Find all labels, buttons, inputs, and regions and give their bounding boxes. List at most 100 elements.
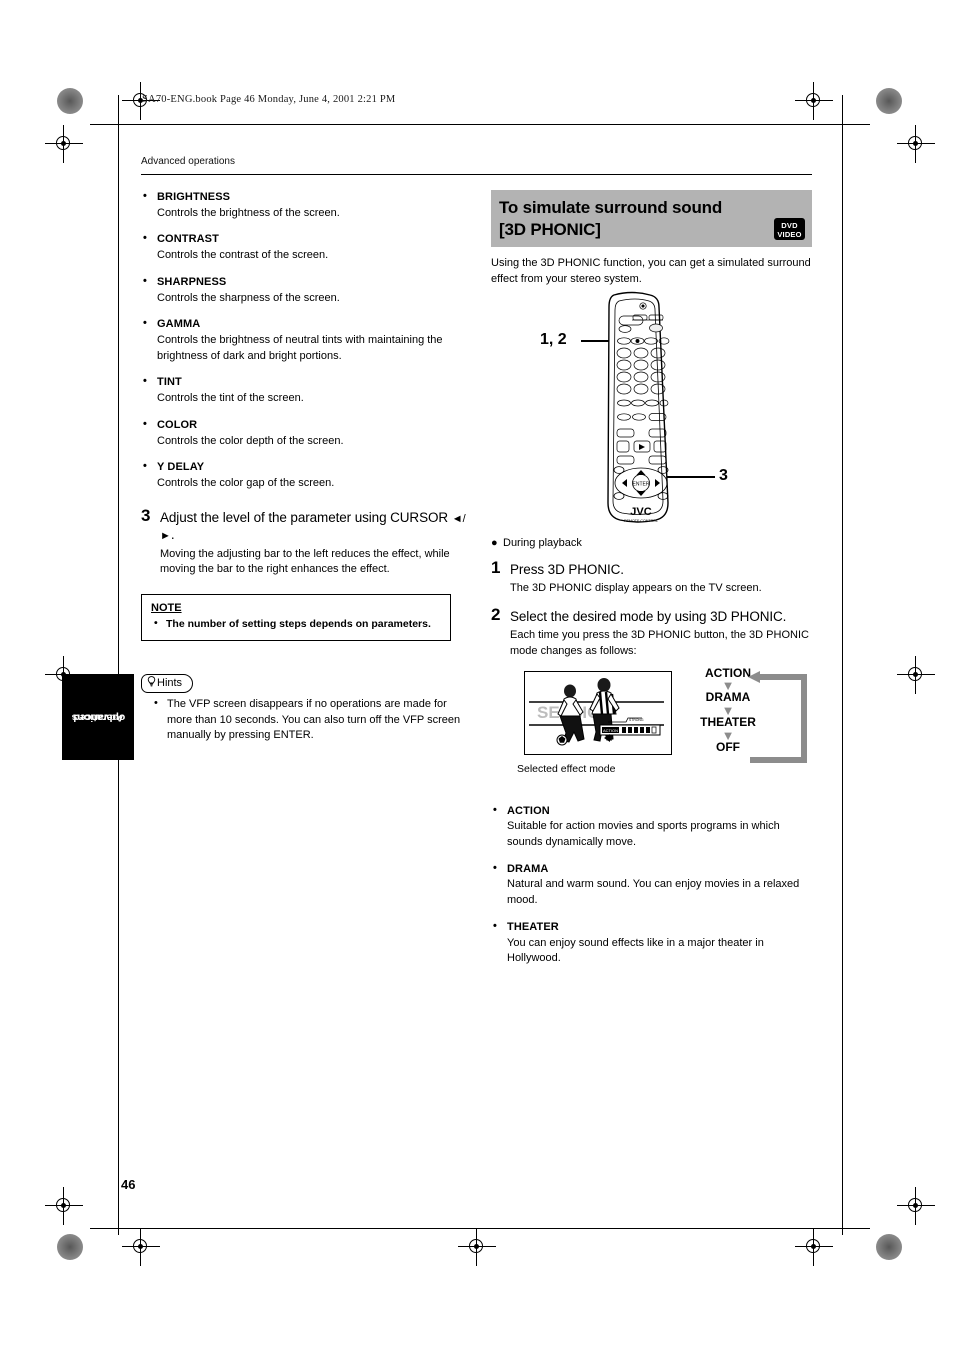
step-1: 1 Press 3D PHONIC. The 3D PHONIC display… — [491, 557, 812, 597]
section-intro: Using the 3D PHONIC function, you can ge… — [491, 257, 811, 285]
trim-line-bottom — [90, 1228, 870, 1230]
osd-strong-label: STRONG — [629, 718, 644, 722]
dvd-badge-line2: VIDEO — [777, 230, 802, 239]
registration-mark-bottom-right — [795, 1228, 833, 1266]
registration-mark-top-right — [795, 82, 833, 120]
right-column: To simulate surround sound [3D PHONIC] D… — [491, 190, 812, 967]
parameter-desc: Controls the sharpness of the screen. — [157, 291, 340, 304]
registration-mark-right-upper — [897, 125, 935, 163]
hints-block: Hints The VFP screen disappears if no op… — [141, 673, 471, 744]
parameter-term: Y DELAY — [141, 459, 471, 475]
remote-brand-sub: REMOTE CONTROL — [624, 519, 658, 523]
parameter-term: TINT — [141, 374, 471, 390]
parameter-desc: Controls the color gap of the screen. — [157, 477, 335, 490]
note-title: NOTE — [151, 602, 182, 615]
section-heading: To simulate surround sound [3D PHONIC] D… — [491, 190, 812, 247]
hints-label: Hints — [157, 677, 183, 690]
step-1-number: 1 — [491, 557, 501, 577]
remote-control-figure: 1, 2 3 ENTER JVC REMOTE CONTROL — [491, 289, 812, 534]
halftone-dot-top-left — [57, 88, 83, 114]
halftone-dot-bottom-left — [57, 1234, 83, 1260]
soccer-ball-icon — [556, 734, 568, 746]
osd-mode-label: ACTION — [603, 727, 618, 732]
dvd-video-badge: DVD VIDEO — [774, 218, 805, 240]
step-3-title-period: . — [170, 527, 175, 543]
list-item: GAMMA Controls the brightness of neutral… — [141, 316, 471, 364]
step-2: 2 Select the desired mode by using 3D PH… — [491, 604, 812, 660]
vfp-parameter-list: BRIGHTNESS Controls the brightness of th… — [141, 189, 471, 492]
step-3-title-text: Adjust the level of the parameter using … — [160, 509, 452, 525]
lightbulb-icon — [147, 676, 156, 687]
step-1-body: The 3D PHONIC display appears on the TV … — [510, 582, 762, 595]
parameter-desc: Controls the contrast of the screen. — [157, 249, 329, 262]
halftone-dot-bottom-right — [876, 1234, 902, 1260]
section-heading-line1: To simulate surround sound — [499, 198, 723, 217]
mode-cycle-figure: SESSION — [491, 666, 812, 789]
remote-brand: JVC — [630, 506, 651, 518]
file-stamp: SA70-ENG.book Page 46 Monday, June 4, 20… — [142, 94, 396, 105]
step-2-number: 2 — [491, 604, 501, 624]
mode-description-list: ACTION Suitable for action movies and sp… — [491, 803, 812, 967]
parameter-term: SHARPNESS — [141, 274, 471, 290]
step-3-title: Adjust the level of the parameter using … — [160, 509, 471, 544]
step-2-title: Select the desired mode by using 3D PHON… — [510, 608, 787, 624]
registration-mark-left-bottomtrim — [45, 1187, 83, 1225]
parameter-desc: Controls the brightness of the screen. — [157, 206, 340, 219]
list-item: DRAMA Natural and warm sound. You can en… — [491, 861, 812, 909]
note-item: The number of setting steps depends on p… — [151, 616, 441, 631]
page-number: 46 — [121, 1177, 136, 1192]
parameter-desc: Controls the tint of the screen. — [157, 392, 304, 405]
registration-mark-bottom-center — [458, 1228, 496, 1266]
mode-term: DRAMA — [491, 861, 812, 877]
step-2-body: Each time you press the 3D PHONIC button… — [510, 629, 809, 657]
registration-mark-bottom-left — [122, 1228, 160, 1266]
list-item: SHARPNESS Controls the sharpness of the … — [141, 274, 471, 306]
list-item: ACTION Suitable for action movies and sp… — [491, 803, 812, 851]
note-box: NOTE The number of setting steps depends… — [141, 594, 451, 642]
step-3: 3 Adjust the level of the parameter usin… — [141, 505, 471, 578]
halftone-dot-top-right — [876, 88, 902, 114]
step-3-number: 3 — [141, 505, 151, 525]
hints-badge: Hints — [141, 674, 194, 694]
list-item: COLOR Controls the color depth of the sc… — [141, 417, 471, 449]
tv-screen-illustration: SESSION — [524, 670, 672, 755]
list-item: Y DELAY Controls the color gap of the sc… — [141, 459, 471, 491]
trim-line-left — [118, 95, 120, 1235]
mode-term: THEATER — [491, 919, 812, 935]
cycle-mode-off: OFF — [716, 739, 740, 754]
header-rule — [141, 174, 812, 176]
list-item: CONTRAST Controls the contrast of the sc… — [141, 231, 471, 263]
parameter-desc: Controls the color depth of the screen. — [157, 434, 344, 447]
tv-screen-svg: SESSION — [525, 671, 668, 751]
remote-control-svg: ENTER JVC REMOTE CONTROL — [607, 292, 670, 523]
parameter-term: COLOR — [141, 417, 471, 433]
during-playback-text: During playback — [503, 537, 582, 550]
mode-cycle-list: ACTION ▼ DRAMA ▼ THEATER ▼ OFF — [676, 666, 812, 763]
hints-item: The VFP screen disappears if no operatio… — [141, 696, 471, 744]
list-item: BRIGHTNESS Controls the brightness of th… — [141, 189, 471, 221]
during-playback-line: ● During playback — [491, 536, 812, 551]
mode-desc: You can enjoy sound effects like in a ma… — [507, 936, 764, 965]
parameter-term: CONTRAST — [141, 231, 471, 247]
registration-mark-right-bottomtrim — [897, 1187, 935, 1225]
tv-screen-caption: Selected effect mode — [517, 762, 616, 775]
mode-desc: Suitable for action movies and sports pr… — [507, 820, 780, 848]
registration-mark-left-upper — [45, 125, 83, 163]
step-1-title: Press 3D PHONIC. — [510, 561, 624, 577]
section-heading-line2: [3D PHONIC] — [499, 219, 601, 239]
section-side-tab: Advanced operations — [62, 674, 134, 760]
list-item: THEATER You can enjoy sound effects like… — [491, 919, 812, 967]
list-item: TINT Controls the tint of the screen. — [141, 374, 471, 406]
trim-line-right — [842, 95, 844, 1235]
manual-page: SA70-ENG.book Page 46 Monday, June 4, 20… — [0, 0, 954, 1351]
dvd-badge-line1: DVD — [781, 220, 798, 230]
mode-desc: Natural and warm sound. You can enjoy mo… — [507, 878, 800, 907]
left-column: BRIGHTNESS Controls the brightness of th… — [141, 189, 471, 744]
parameter-desc: Controls the brightness of neutral tints… — [157, 334, 443, 362]
parameter-term: GAMMA — [141, 316, 471, 332]
parameter-term: BRIGHTNESS — [141, 189, 471, 205]
trim-line-top — [90, 124, 870, 126]
svg-text:ENTER: ENTER — [633, 482, 650, 488]
filled-bullet-icon: ● — [491, 537, 498, 550]
step-3-body: Moving the adjusting bar to the left red… — [160, 547, 450, 576]
